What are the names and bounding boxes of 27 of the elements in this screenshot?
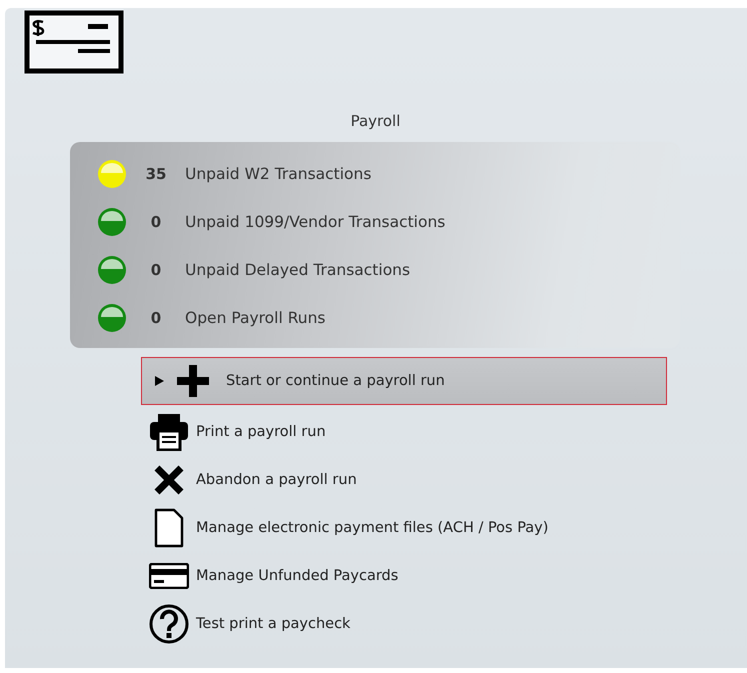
close-icon — [153, 464, 185, 496]
status-label: Unpaid Delayed Transactions — [185, 261, 410, 279]
status-dot-icon — [97, 303, 127, 333]
action-item[interactable]: Start or continue a payroll run — [141, 357, 667, 405]
action-item[interactable]: Test print a paycheck — [141, 603, 667, 645]
status-dot-icon — [97, 207, 127, 237]
status-label: Open Payroll Runs — [185, 309, 326, 327]
printer-icon — [149, 413, 189, 451]
count: 0 — [150, 261, 162, 279]
document-icon — [154, 508, 184, 548]
plus-icon — [176, 364, 210, 398]
action-item[interactable]: Manage electronic payment files (ACH / Pos Pay) — [141, 507, 667, 549]
action-item[interactable]: Print a payroll run — [141, 411, 667, 453]
count: 0 — [150, 213, 162, 231]
help-icon — [149, 604, 189, 644]
count: 0 — [150, 309, 162, 327]
action-item[interactable]: Manage Unfunded Paycards — [141, 555, 667, 597]
section-title: Payroll — [350, 112, 402, 130]
status-dot-icon — [97, 255, 127, 285]
count: 35 — [144, 165, 168, 183]
check-icon — [24, 10, 124, 74]
status-label: Unpaid 1099/Vendor Transactions — [185, 213, 446, 231]
status-dot-icon — [97, 159, 127, 189]
action-item[interactable]: Abandon a payroll run — [141, 459, 667, 501]
credit-card-icon — [149, 563, 189, 589]
selected-triangle-icon — [155, 376, 164, 386]
status-label: Unpaid W2 Transactions — [185, 165, 372, 183]
